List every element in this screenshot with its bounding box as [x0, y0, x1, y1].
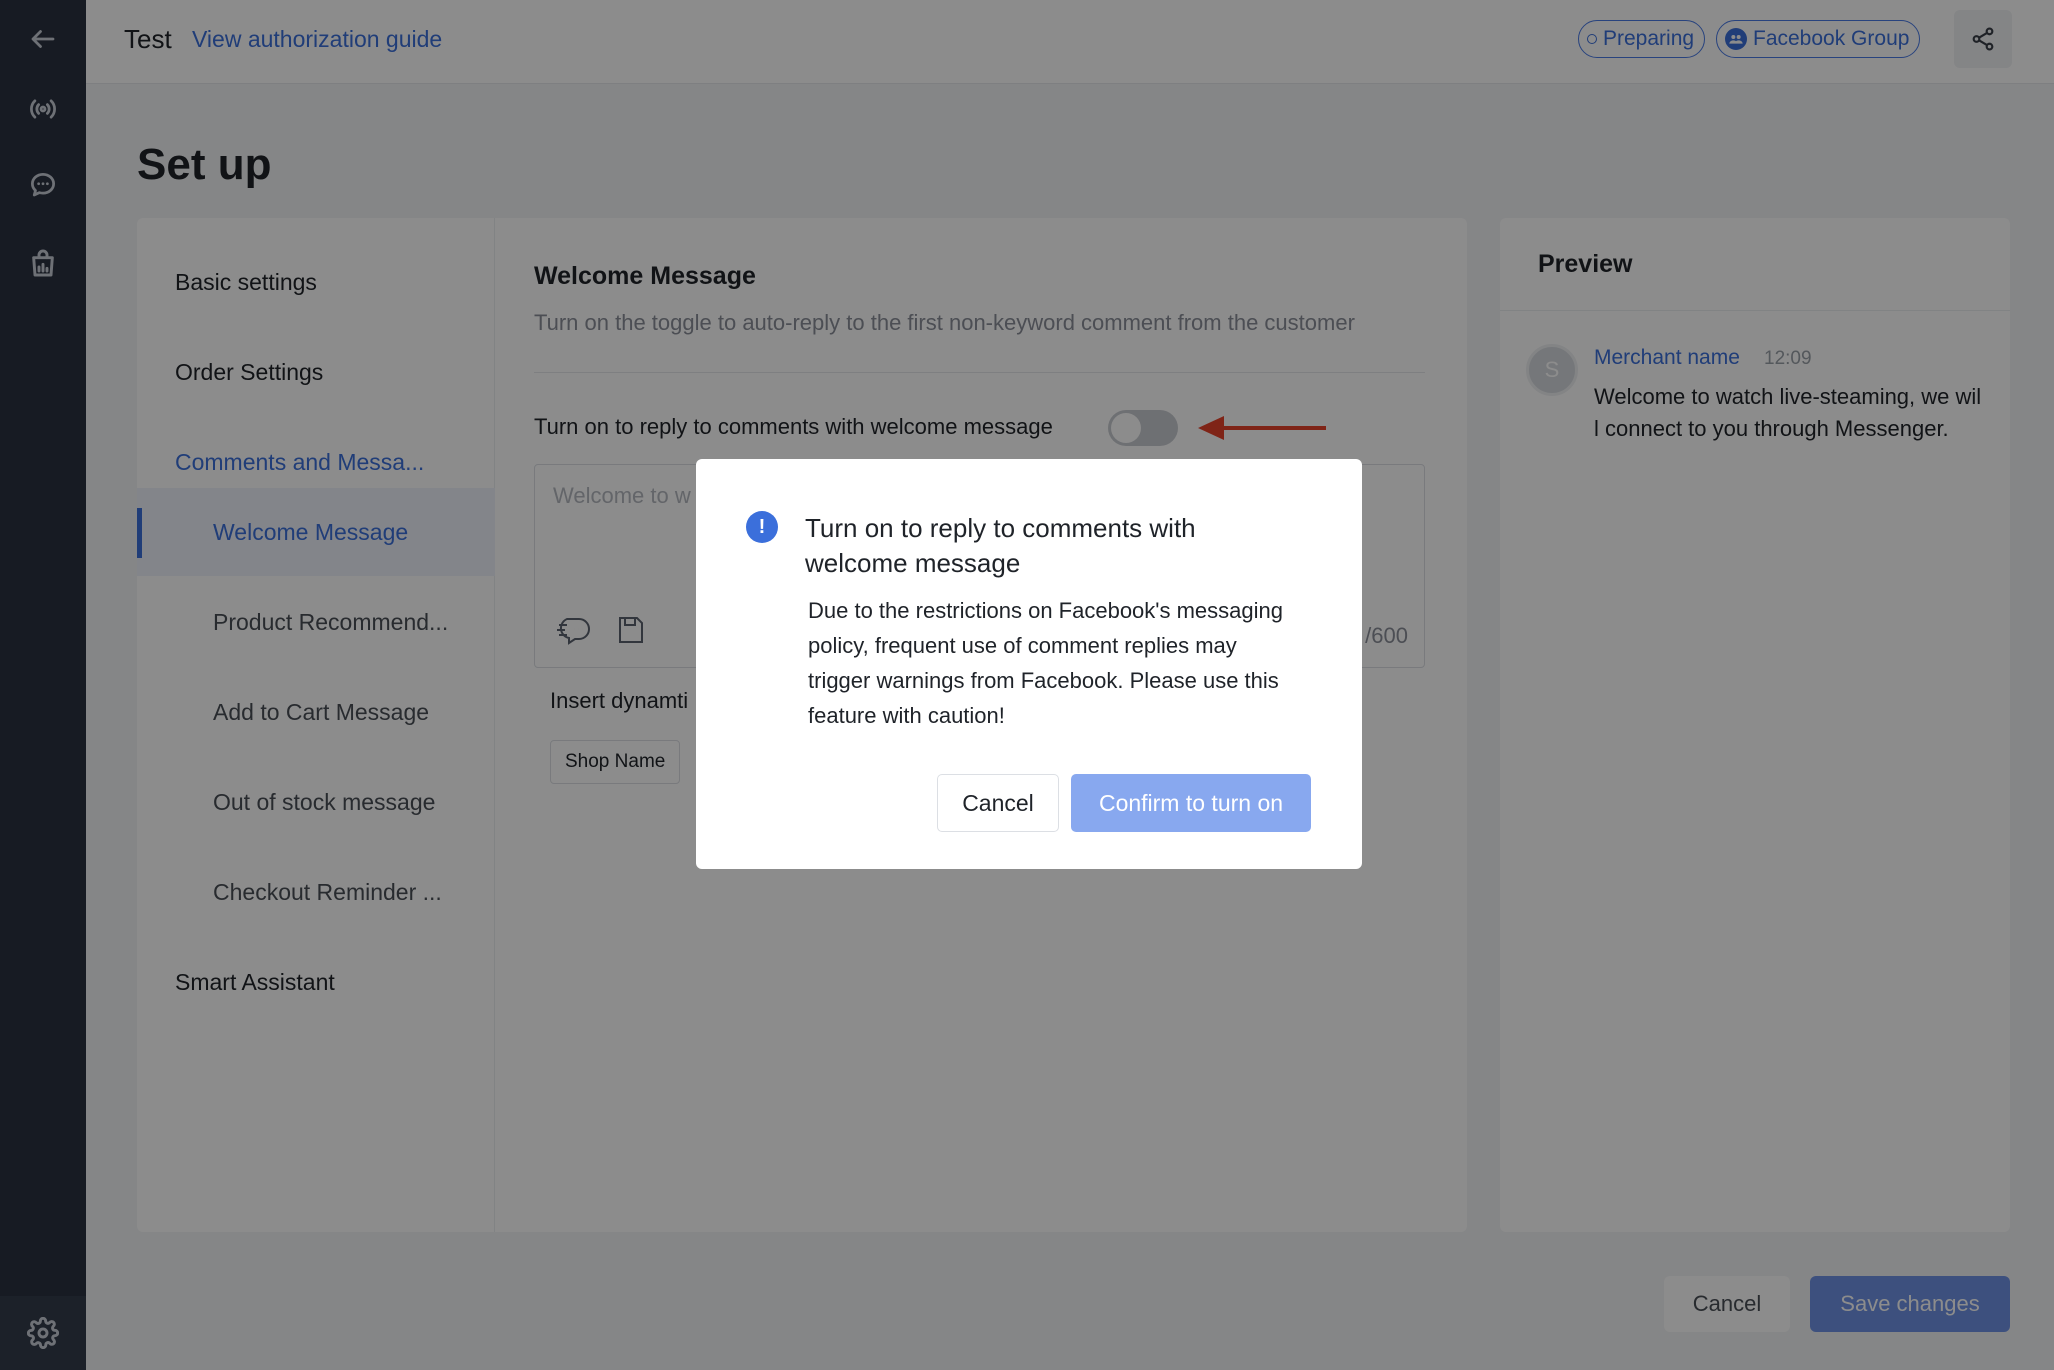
- info-icon: !: [746, 511, 778, 543]
- dialog-title: Turn on to reply to comments with welcom…: [805, 513, 1196, 578]
- confirm-turn-on-button[interactable]: Confirm to turn on: [1071, 774, 1311, 832]
- dialog-cancel-button[interactable]: Cancel: [937, 774, 1059, 832]
- confirm-dialog: ! Turn on to reply to comments with welc…: [696, 459, 1362, 869]
- dialog-body: Due to the restrictions on Facebook's me…: [808, 598, 1283, 728]
